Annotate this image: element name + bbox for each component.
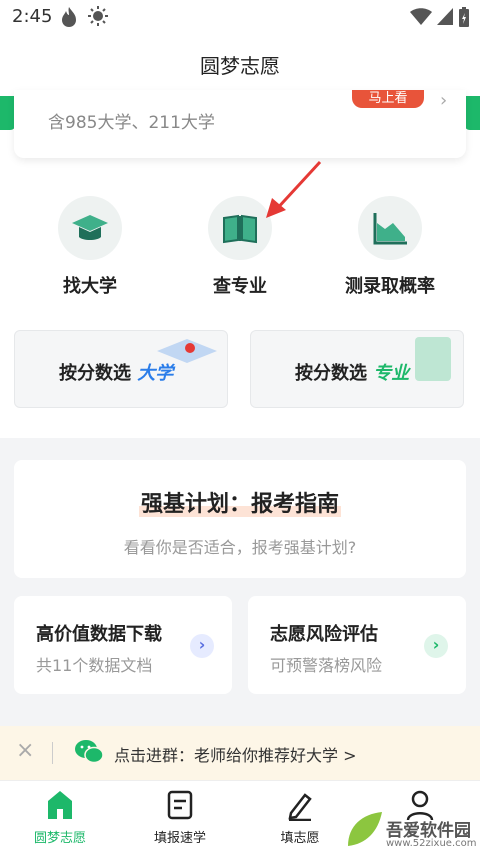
card-title: 志愿风险评估 — [270, 624, 378, 645]
qiangji-guide-card[interactable]: 强基计划：报考指南 看看你是否适合，报考强基计划? — [14, 460, 466, 578]
data-download-card[interactable]: 高价值数据下载 共11个数据文档 › — [14, 596, 232, 694]
card-desc: 共11个数据文档 — [36, 656, 153, 675]
guide-subtitle: 看看你是否适合，报考强基计划? — [123, 538, 357, 557]
annotation-arrow-icon — [266, 160, 322, 218]
pen-icon — [288, 793, 312, 822]
banner-right-edge — [464, 96, 480, 130]
tab-home[interactable]: 圆梦志愿 — [0, 789, 120, 846]
guide-title: 强基计划：报考指南 — [138, 492, 341, 517]
close-icon[interactable]: × — [16, 738, 34, 763]
card-desc: 可预警落榜风险 — [270, 656, 383, 675]
graduation-cap-icon — [58, 196, 122, 260]
home-icon — [48, 791, 72, 819]
divider — [52, 742, 53, 764]
card-subtitle: 含985大学、211大学 — [48, 113, 215, 133]
risk-assessment-card[interactable]: 志愿风险评估 可预警落榜风险 › — [248, 596, 466, 694]
document-icon — [167, 790, 193, 820]
flame-icon — [62, 7, 76, 27]
document-icon — [415, 337, 451, 381]
app-header: 圆梦志愿 — [0, 34, 480, 96]
status-bar: 2:45 — [0, 0, 480, 34]
chevron-right-icon[interactable]: › — [190, 634, 214, 658]
select-card-text: 按分数选 专业 — [295, 363, 410, 384]
feature-label: 测录取概率 — [345, 276, 435, 297]
notice-message: 点击进群：老师给你推荐好大学 > — [114, 746, 357, 765]
admission-probability-button[interactable]: 测录取概率 — [310, 196, 470, 298]
select-by-score-major[interactable]: 按分数选 专业 — [250, 330, 464, 408]
tab-quick-learn[interactable]: 填报速学 — [120, 789, 240, 846]
join-group-notice[interactable]: × 点击进群：老师给你推荐好大学 > — [0, 726, 480, 780]
battery-icon — [459, 7, 469, 27]
leaf-logo-icon — [348, 812, 382, 846]
tab-label: 圆梦志愿 — [33, 831, 86, 846]
area-chart-icon — [358, 196, 422, 260]
select-card-text: 按分数选 大学 — [59, 363, 174, 384]
card-title: 高价值数据下载 — [36, 624, 162, 645]
wechat-icon — [75, 740, 104, 764]
page-title: 圆梦志愿 — [200, 54, 280, 78]
watermark-logo: 吾爱软件园 www.52zixue.com — [340, 790, 480, 855]
find-university-button[interactable]: 找大学 — [10, 196, 170, 298]
feature-label: 找大学 — [63, 276, 117, 297]
status-time: 2:45 — [12, 6, 53, 27]
feature-label: 查专业 — [213, 276, 267, 297]
chevron-right-icon[interactable]: › — [424, 634, 448, 658]
signal-icon — [437, 8, 453, 25]
university-rank-card[interactable]: 含985大学、211大学 马上看 › — [14, 90, 466, 158]
select-by-score-university[interactable]: 按分数选 大学 — [14, 330, 228, 408]
wifi-icon — [410, 8, 432, 25]
brightness-icon — [88, 6, 108, 26]
chevron-right-icon[interactable]: › — [440, 90, 447, 111]
tab-label: 填报速学 — [153, 831, 206, 846]
watermark-url: www.52zixue.com — [386, 838, 477, 849]
red-dot-badge — [185, 343, 195, 353]
view-now-button[interactable]: 马上看 — [352, 90, 424, 108]
